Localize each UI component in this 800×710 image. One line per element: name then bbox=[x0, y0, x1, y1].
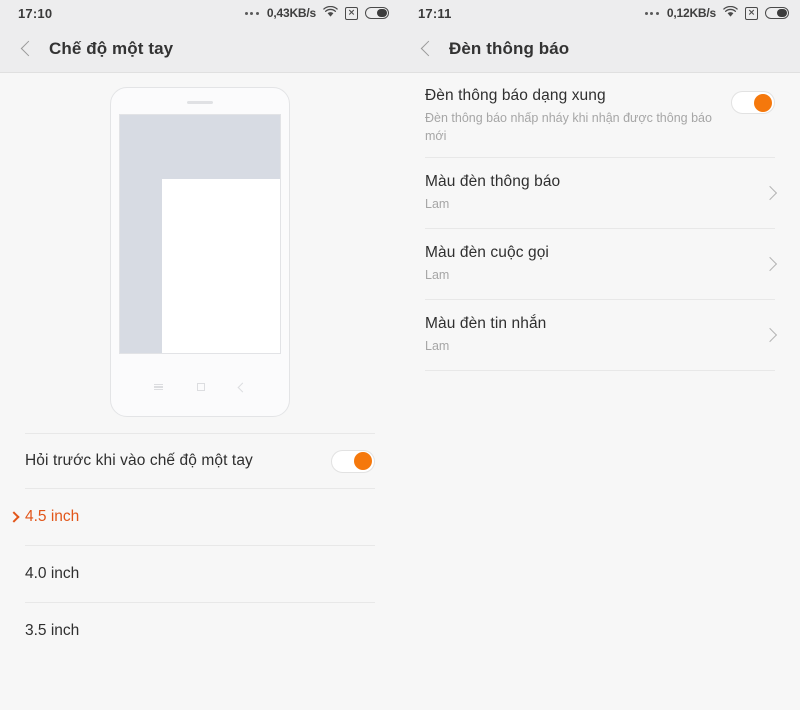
status-bar: 17:10 0,43KB/s × bbox=[0, 0, 400, 26]
more-dots-icon bbox=[644, 11, 659, 15]
left-panel-one-handed-mode: 17:10 0,43KB/s × Chế độ một tay Hỏi trướ… bbox=[0, 0, 400, 710]
status-icons: 0,12KB/s × bbox=[644, 5, 789, 21]
row-texts: Màu đèn cuộc gọi Lam bbox=[425, 244, 765, 284]
row-texts: Màu đèn thông báo Lam bbox=[425, 173, 765, 213]
status-icons: 0,43KB/s × bbox=[244, 5, 389, 21]
row-ask-before-one-handed[interactable]: Hỏi trước khi vào chế độ một tay bbox=[0, 434, 400, 488]
sim-disabled-icon: × bbox=[745, 6, 758, 20]
phone-frame bbox=[110, 87, 290, 417]
one-handed-area-overlay bbox=[161, 179, 280, 353]
row-subtitle: Đèn thông báo nhấp nháy khi nhận được th… bbox=[425, 111, 712, 144]
chevron-right-icon bbox=[762, 328, 778, 343]
more-dots-icon bbox=[244, 11, 259, 15]
status-clock: 17:11 bbox=[418, 5, 452, 21]
chevron-right-icon bbox=[762, 257, 778, 272]
size-option-label: 4.5 inch bbox=[25, 508, 80, 525]
row-texts: Đèn thông báo dạng xung Đèn thông báo nh… bbox=[425, 87, 731, 145]
back-chevron-icon[interactable] bbox=[415, 36, 441, 62]
row-pulse-notification-light[interactable]: Đèn thông báo dạng xung Đèn thông báo nh… bbox=[400, 73, 800, 157]
status-bar: 17:11 0,12KB/s × bbox=[400, 0, 800, 26]
row-title: Màu đèn tin nhắn bbox=[425, 315, 547, 333]
wifi-icon bbox=[323, 5, 338, 21]
page-header: Chế độ một tay bbox=[0, 26, 400, 73]
row-message-light-color[interactable]: Màu đèn tin nhắn Lam bbox=[400, 300, 800, 370]
size-option-3-5-inch[interactable]: 3.5 inch bbox=[0, 603, 400, 659]
network-speed-label: 0,12KB/s bbox=[666, 6, 716, 20]
page-title: Đèn thông báo bbox=[449, 39, 570, 58]
selected-chevron-icon bbox=[8, 511, 20, 523]
back-chevron-icon[interactable] bbox=[15, 36, 41, 62]
sim-disabled-icon: × bbox=[345, 6, 358, 20]
battery-icon bbox=[765, 7, 789, 19]
network-speed-label: 0,43KB/s bbox=[266, 6, 316, 20]
row-value: Lam bbox=[425, 339, 450, 354]
page-header: Đèn thông báo bbox=[400, 26, 800, 73]
size-option-4-5-inch[interactable]: 4.5 inch bbox=[0, 489, 400, 545]
row-notification-light-color[interactable]: Màu đèn thông báo Lam bbox=[400, 158, 800, 228]
status-clock: 17:10 bbox=[18, 5, 53, 21]
pulse-light-toggle[interactable] bbox=[731, 91, 775, 114]
home-square-icon bbox=[197, 383, 205, 391]
row-title: Màu đèn thông báo bbox=[425, 173, 561, 191]
row-call-light-color[interactable]: Màu đèn cuộc gọi Lam bbox=[400, 229, 800, 299]
toggle-knob bbox=[754, 93, 772, 112]
row-title: Đèn thông báo dạng xung bbox=[425, 87, 606, 104]
row-title: Hỏi trước khi vào chế độ một tay bbox=[25, 452, 253, 469]
row-title: Màu đèn cuộc gọi bbox=[425, 244, 549, 262]
right-panel-notification-light: 17:11 0,12KB/s × Đèn thông báo Đèn thông… bbox=[400, 0, 800, 710]
battery-icon bbox=[365, 7, 389, 19]
row-texts: Hỏi trước khi vào chế độ một tay bbox=[25, 452, 331, 470]
row-value: Lam bbox=[425, 197, 450, 212]
size-option-4-0-inch[interactable]: 4.0 inch bbox=[0, 546, 400, 602]
page-title: Chế độ một tay bbox=[49, 39, 174, 58]
size-option-label: 3.5 inch bbox=[25, 622, 80, 639]
back-chevron-icon bbox=[237, 382, 248, 392]
phone-screen bbox=[119, 114, 281, 354]
ask-before-toggle[interactable] bbox=[331, 449, 375, 473]
one-handed-mode-phone-preview bbox=[0, 73, 400, 433]
dual-panel-screenshot: 17:10 0,43KB/s × Chế độ một tay Hỏi trướ… bbox=[0, 0, 800, 710]
phone-speaker bbox=[187, 101, 213, 104]
wifi-icon bbox=[723, 5, 738, 21]
menu-icon bbox=[154, 383, 163, 391]
row-texts: Màu đèn tin nhắn Lam bbox=[425, 315, 765, 355]
chevron-right-icon bbox=[762, 186, 778, 201]
row-value: Lam bbox=[425, 268, 450, 283]
phone-navigation-bar bbox=[111, 372, 289, 402]
toggle-knob bbox=[354, 452, 372, 470]
divider bbox=[425, 370, 775, 372]
size-option-label: 4.0 inch bbox=[25, 565, 80, 582]
